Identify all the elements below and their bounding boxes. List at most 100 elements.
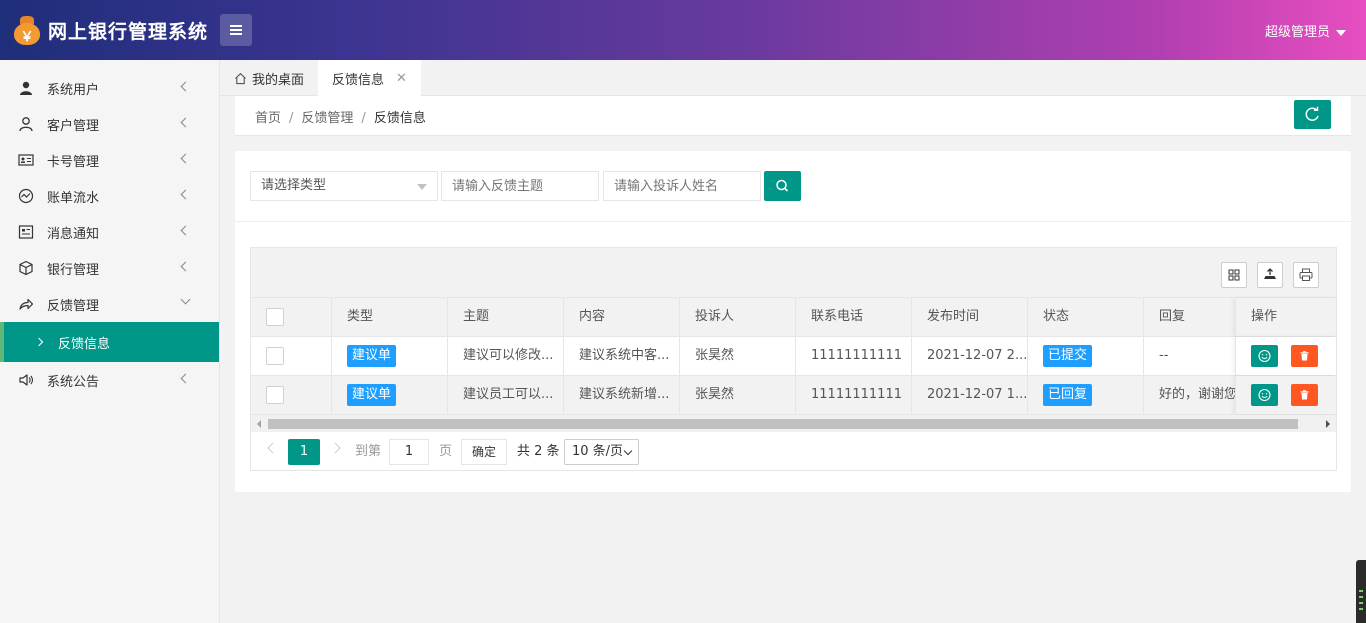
complainant-cell: 张昊然 [680, 337, 796, 375]
column-header[interactable]: 发布时间 [912, 298, 1028, 336]
breadcrumb-separator: / [361, 111, 366, 126]
sidebar-item-customers[interactable]: 客户管理 [0, 106, 219, 142]
home-icon [235, 72, 246, 84]
feedback-table: 类型 主题 内容 投诉人 联系电话 发布时间 状态 回复 操作 建议单 建议可以… [250, 247, 1337, 471]
sidebar-item-label: 系统用户 [47, 82, 100, 98]
search-button[interactable] [764, 171, 801, 201]
table-row: 建议单 建议员工可以... 建议系统新增... 张昊然 11111111111 … [251, 376, 1336, 415]
export-button[interactable] [1257, 262, 1283, 288]
sidebar-subitem-label: 反馈信息 [58, 336, 111, 352]
column-header[interactable]: 回复 [1144, 298, 1235, 336]
user-outline-icon [19, 117, 33, 132]
sidebar-item-label: 反馈管理 [47, 298, 100, 314]
active-indicator [0, 322, 4, 362]
subject-cell: 建议可以修改... [448, 337, 564, 375]
user-name: 超级管理员 [1264, 25, 1330, 40]
row-checkbox-cell [251, 337, 332, 375]
breadcrumb: 首页 / 反馈管理 / 反馈信息 [255, 107, 426, 126]
caret-down-icon [1336, 29, 1346, 36]
sidebar-item-cards[interactable]: 卡号管理 [0, 142, 219, 178]
hamburger-menu-icon[interactable] [220, 14, 252, 46]
tab-label: 反馈信息 [332, 72, 385, 88]
actions-cell [1235, 376, 1336, 414]
chevron-down-icon [623, 446, 633, 456]
print-button[interactable] [1293, 262, 1319, 288]
sidebar-item-feedback[interactable]: 反馈管理 [0, 286, 219, 322]
delete-button[interactable] [1291, 345, 1318, 367]
delete-button[interactable] [1291, 384, 1318, 406]
page-size-select[interactable]: 10 条/页 [564, 439, 639, 465]
reply-cell: 好的，谢谢您... [1159, 387, 1235, 402]
subject-input[interactable] [441, 171, 599, 201]
type-tag: 建议单 [347, 384, 397, 406]
page-number-input[interactable]: 1 [389, 439, 429, 465]
row-checkbox-cell [251, 376, 332, 414]
actions-cell [1235, 337, 1336, 375]
prev-page-icon[interactable] [267, 442, 279, 454]
refresh-icon [1305, 106, 1319, 121]
smile-icon [1258, 388, 1271, 402]
scrollbar-thumb[interactable] [268, 419, 1298, 429]
breadcrumb-current: 反馈信息 [373, 111, 426, 126]
column-header[interactable]: 状态 [1028, 298, 1144, 336]
cube-icon [19, 260, 33, 276]
speaker-icon [19, 374, 33, 386]
top-header: ￥ 网上银行管理系统 超级管理员 [0, 0, 1366, 60]
table-row: 建议单 建议可以修改... 建议系统中客... 张昊然 11111111111 … [251, 337, 1336, 376]
column-header[interactable]: 投诉人 [680, 298, 796, 336]
tab-feedback-info[interactable]: 反馈信息 ✕ [318, 60, 421, 96]
tab-my-desktop[interactable]: 我的桌面 [220, 60, 318, 96]
refresh-button[interactable] [1294, 100, 1331, 129]
chevron-right-icon [34, 337, 44, 347]
column-header[interactable]: 联系电话 [796, 298, 912, 336]
sidebar-item-bills[interactable]: 账单流水 [0, 178, 219, 214]
page-size-value: 10 条/页 [572, 444, 624, 459]
status-cell: 已提交 [1028, 337, 1144, 375]
system-tray-widget [1356, 560, 1366, 623]
user-menu[interactable]: 超级管理员 [1265, 21, 1346, 40]
sidebar-item-label: 卡号管理 [47, 154, 100, 170]
pagination: 1 到第 1 页 确定 共 2 条 10 条/页 [251, 432, 1336, 470]
complainant-name-input[interactable] [603, 171, 761, 201]
actions-header-cell: 操作 [1235, 298, 1336, 336]
page-unit-label: 页 [439, 444, 453, 459]
breadcrumb-home[interactable]: 首页 [255, 111, 281, 126]
reply-button[interactable] [1251, 384, 1278, 406]
columns-filter-button[interactable] [1221, 262, 1247, 288]
chevron-left-icon [180, 261, 191, 272]
close-icon[interactable]: ✕ [396, 71, 407, 86]
type-tag: 建议单 [347, 345, 397, 367]
sidebar-item-label: 账单流水 [47, 190, 100, 206]
confirm-page-button[interactable]: 确定 [461, 439, 507, 465]
column-header[interactable]: 类型 [332, 298, 448, 336]
app-title: 网上银行管理系统 [48, 21, 209, 43]
scroll-right-arrow-icon[interactable] [1326, 420, 1330, 428]
chevron-down-icon [180, 294, 191, 305]
horizontal-scrollbar[interactable] [251, 415, 1336, 432]
column-header[interactable]: 主题 [448, 298, 564, 336]
type-cell: 建议单 [332, 376, 448, 414]
column-header[interactable]: 内容 [564, 298, 680, 336]
sidebar-subitem-feedback-info[interactable]: 反馈信息 [0, 322, 219, 362]
divider [235, 221, 1351, 222]
sidebar-item-announcements[interactable]: 系统公告 [0, 362, 219, 398]
row-checkbox[interactable] [266, 347, 284, 365]
sidebar-item-banks[interactable]: 银行管理 [0, 250, 219, 286]
search-icon [776, 179, 789, 192]
select-all-checkbox[interactable] [266, 308, 284, 326]
sidebar-item-notices[interactable]: 消息通知 [0, 214, 219, 250]
breadcrumb-section[interactable]: 反馈管理 [301, 111, 353, 126]
next-page-icon[interactable] [329, 442, 341, 454]
tab-bar: 我的桌面 反馈信息 ✕ [220, 60, 1366, 96]
sidebar-item-system-users[interactable]: 系统用户 [0, 70, 219, 106]
money-bag-logo-icon: ￥ [12, 14, 42, 46]
row-checkbox[interactable] [266, 386, 284, 404]
scroll-left-arrow-icon[interactable] [257, 420, 261, 428]
reply-button[interactable] [1251, 345, 1278, 367]
phone-cell: 11111111111 [796, 337, 912, 375]
phone-cell: 11111111111 [796, 376, 912, 414]
type-select[interactable]: 请选择类型 [250, 171, 438, 201]
chevron-left-icon [180, 225, 191, 236]
column-header: 操作 [1251, 309, 1278, 324]
current-page-button[interactable]: 1 [288, 439, 320, 465]
